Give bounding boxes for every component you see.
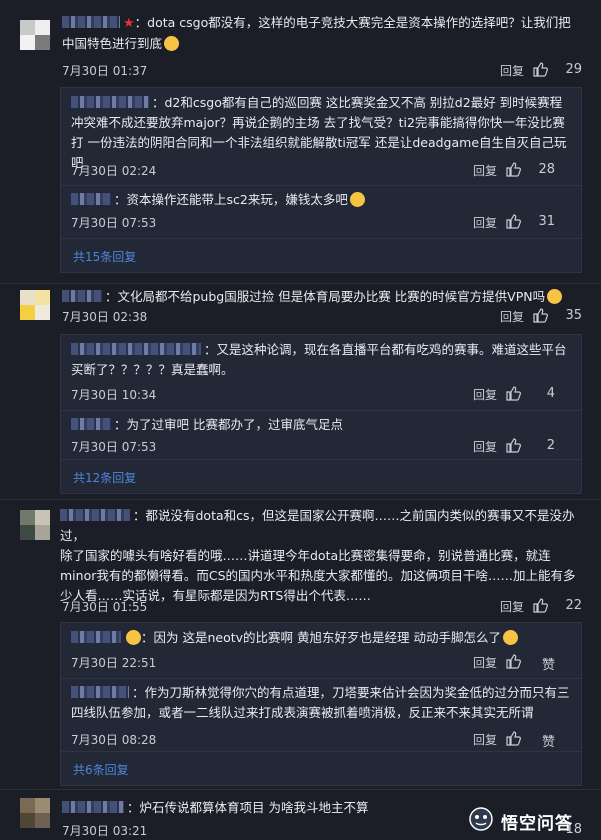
thumb-up-icon[interactable] bbox=[532, 307, 548, 323]
reply-box: ：d2和csgo都有自己的巡回赛 这比赛奖金又不高 别拉d2最好 到时候赛程冲突… bbox=[60, 87, 582, 273]
reply-button[interactable]: 回复 bbox=[500, 308, 524, 325]
avatar[interactable] bbox=[20, 20, 50, 50]
thumb-up-icon[interactable] bbox=[505, 385, 521, 401]
avatar[interactable] bbox=[20, 290, 50, 320]
comment-text: ：都说没有dota和cs，但这是国家公开赛啊……之前国内类似的赛事又不是没办过，… bbox=[60, 508, 576, 603]
timestamp: 7月30日 03:21 bbox=[62, 824, 148, 838]
reply-text: ：为了过审吧 比赛都办了，过审底气足点 bbox=[71, 415, 571, 435]
like-count: 35 bbox=[565, 308, 582, 323]
watermark-text: 悟空问答 bbox=[501, 814, 573, 834]
reply-button[interactable]: 回复 bbox=[473, 162, 497, 179]
comment: ：文化局都不给pubg国服过捡 但是体育局要办比赛 比赛的时候官方提供VPN吗 … bbox=[0, 284, 601, 499]
star-icon: ★ bbox=[123, 16, 135, 31]
comment-meta: 7月30日 01:55 回复 22 bbox=[62, 598, 582, 616]
reply-box: ：因为 这是neotv的比赛啊 黄旭东好歹也是经理 动动手脚怎么了 7月30日 … bbox=[60, 622, 582, 786]
comment-text: ：炉石传说都算体育项目 为啥我斗地主不算 bbox=[62, 798, 502, 818]
reply-button[interactable]: 回复 bbox=[500, 598, 524, 615]
username[interactable] bbox=[62, 801, 124, 813]
like-count: 22 bbox=[565, 598, 582, 613]
thumb-up-icon[interactable] bbox=[505, 213, 521, 229]
comment: ：都说没有dota和cs，但这是国家公开赛啊……之前国内类似的赛事又不是没办过，… bbox=[0, 500, 601, 790]
reply-button[interactable]: 回复 bbox=[473, 438, 497, 455]
reply-meta: 7月30日 02:24 回复 28 bbox=[71, 162, 555, 180]
reply-meta: 7月30日 07:53 回复 2 bbox=[71, 438, 555, 456]
like-count: 28 bbox=[538, 162, 555, 177]
reply-button[interactable]: 回复 bbox=[473, 654, 497, 671]
username[interactable] bbox=[62, 16, 120, 28]
timestamp: 7月30日 02:24 bbox=[71, 164, 157, 178]
reply-button[interactable]: 回复 bbox=[473, 731, 497, 748]
comment-text: ★：dota csgo都没有，这样的电子竞技大赛完全是资本操作的选择吧？让我们把… bbox=[62, 15, 571, 51]
reply-meta: 7月30日 07:53 回复 31 bbox=[71, 214, 555, 232]
username[interactable] bbox=[71, 686, 129, 698]
thumb-up-icon[interactable] bbox=[505, 653, 521, 669]
reply-button[interactable]: 回复 bbox=[473, 214, 497, 231]
reply-text: ：又是这种论调，现在各直播平台都有吃鸡的赛事。难道这些平台买断了？？？？？真是蠢… bbox=[71, 342, 567, 377]
like-count: 赞 bbox=[541, 735, 555, 750]
divider bbox=[61, 185, 581, 186]
timestamp: 7月30日 10:34 bbox=[71, 388, 157, 402]
emoji-icon bbox=[502, 630, 518, 645]
more-replies-link[interactable]: 共15条回复 bbox=[73, 248, 136, 265]
thumb-up-icon[interactable] bbox=[532, 61, 548, 77]
comment-meta: 7月30日 02:38 回复 35 bbox=[62, 308, 582, 326]
divider bbox=[61, 410, 581, 411]
username[interactable] bbox=[60, 509, 130, 521]
reply-button[interactable]: 回复 bbox=[473, 386, 497, 403]
reply-meta: 7月30日 08:28 回复 赞 bbox=[71, 730, 555, 750]
timestamp: 7月30日 01:37 bbox=[62, 64, 148, 78]
username[interactable] bbox=[71, 418, 111, 430]
divider bbox=[61, 459, 581, 460]
reply-text: ：资本操作还能带上sc2来玩，嫌钱太多吧 bbox=[71, 190, 571, 210]
emoji-icon bbox=[164, 36, 180, 51]
timestamp: 7月30日 08:28 bbox=[71, 733, 157, 747]
thumb-up-icon[interactable] bbox=[505, 437, 521, 453]
username[interactable] bbox=[71, 631, 121, 643]
divider bbox=[61, 678, 581, 679]
timestamp: 7月30日 07:53 bbox=[71, 216, 157, 230]
avatar[interactable] bbox=[20, 510, 50, 540]
more-replies-link[interactable]: 共6条回复 bbox=[73, 761, 129, 778]
comment-text: ：文化局都不给pubg国服过捡 但是体育局要办比赛 比赛的时候官方提供VPN吗 bbox=[62, 287, 582, 307]
username[interactable] bbox=[62, 290, 102, 302]
thumb-up-icon[interactable] bbox=[505, 161, 521, 177]
like-count: 31 bbox=[538, 214, 555, 229]
more-replies-link[interactable]: 共12条回复 bbox=[73, 469, 136, 486]
divider bbox=[61, 238, 581, 239]
divider bbox=[61, 751, 581, 752]
reply-text: ：作为刀斯林觉得你穴的有点道理，刀塔要来估计会因为奖金低的过分而只有三四线队伍参… bbox=[71, 685, 570, 720]
like-count: 29 bbox=[565, 62, 582, 77]
comment: ★：dota csgo都没有，这样的电子竞技大赛完全是资本操作的选择吧？让我们把… bbox=[0, 0, 601, 273]
emoji-icon bbox=[126, 630, 141, 645]
username[interactable] bbox=[71, 193, 111, 205]
reply-box: ：又是这种论调，现在各直播平台都有吃鸡的赛事。难道这些平台买断了？？？？？真是蠢… bbox=[60, 334, 582, 494]
emoji-icon bbox=[349, 192, 365, 207]
like-count: 赞 bbox=[541, 658, 555, 673]
username[interactable] bbox=[71, 343, 201, 355]
username[interactable] bbox=[71, 96, 149, 108]
reply-text: ：因为 这是neotv的比赛啊 黄旭东好歹也是经理 动动手脚怎么了 bbox=[71, 628, 571, 648]
avatar[interactable] bbox=[20, 798, 50, 828]
emoji-icon bbox=[547, 289, 563, 304]
logo-icon bbox=[469, 807, 493, 831]
reply-meta: 7月30日 10:34 回复 4 bbox=[71, 386, 555, 404]
reply-button[interactable]: 回复 bbox=[500, 62, 524, 79]
watermark-logo: 悟空问答 bbox=[467, 806, 587, 834]
reply-text: ：d2和csgo都有自己的巡回赛 这比赛奖金又不高 别拉d2最好 到时候赛程冲突… bbox=[71, 95, 567, 170]
like-count: 2 bbox=[546, 438, 555, 453]
like-count: 4 bbox=[546, 386, 555, 401]
reply-meta: 7月30日 22:51 回复 赞 bbox=[71, 653, 555, 673]
timestamp: 7月30日 02:38 bbox=[62, 310, 148, 324]
comment-meta: 7月30日 01:37 回复 29 bbox=[62, 62, 582, 80]
thumb-up-icon[interactable] bbox=[532, 597, 548, 613]
thumb-up-icon[interactable] bbox=[505, 730, 521, 746]
timestamp: 7月30日 07:53 bbox=[71, 440, 157, 454]
timestamp: 7月30日 22:51 bbox=[71, 656, 157, 670]
timestamp: 7月30日 01:55 bbox=[62, 600, 148, 614]
